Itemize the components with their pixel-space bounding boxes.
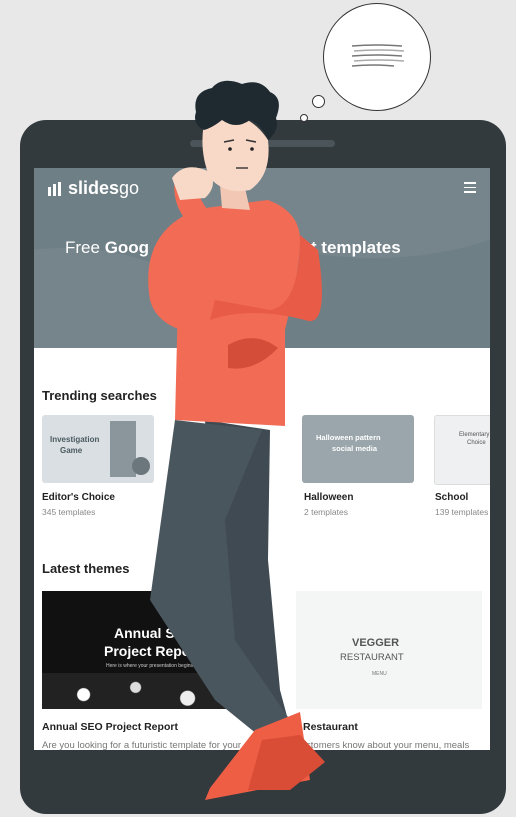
thought-bubble — [323, 3, 431, 111]
theme-thumb[interactable]: Annual SE Project Report Here is where y… — [42, 591, 250, 709]
theme-title[interactable]: r Restaurant — [296, 721, 358, 733]
trending-card-title[interactable]: School — [435, 492, 468, 503]
hero-banner: slidesgo Free Goog Point templates tation… — [34, 168, 490, 348]
thumb-text: Annual SE — [114, 625, 185, 641]
trending-card-title[interactable]: Editor's Choice — [42, 492, 115, 503]
thumb-text: VEGGER — [352, 637, 400, 649]
trending-card-thumb[interactable]: Halloween pattern social media — [302, 415, 414, 483]
trending-card-title[interactable]: Halloween — [304, 492, 353, 503]
pie-illustration — [132, 457, 150, 475]
logo-text-bold: slides — [68, 178, 120, 198]
slidesgo-logo-icon — [48, 181, 61, 196]
hero-word: Free — [65, 238, 105, 257]
thumb-text: Halloween pattern — [316, 433, 381, 442]
thumb-text: Project Report — [104, 643, 201, 659]
thumb-text: Elementary — [459, 432, 490, 438]
scribble-lines-icon — [351, 44, 405, 67]
trending-card-count: 345 templates — [42, 507, 96, 517]
trending-card-count: 2 templates — [304, 507, 348, 517]
thought-dot — [300, 114, 308, 122]
hero-word: Point templates — [274, 238, 401, 257]
thumb-text: social media — [332, 444, 378, 453]
tablet-screen: slidesgo Free Goog Point templates tation… — [34, 168, 490, 750]
tablet-camera-bar — [190, 140, 335, 147]
hamburger-menu-icon[interactable] — [464, 182, 476, 193]
thumb-text: Game — [60, 446, 83, 455]
theme-title[interactable]: Annual SEO Project Report — [42, 721, 178, 733]
theme-description: customers know about your menu, meals — [296, 740, 470, 750]
latest-themes-title: Latest themes — [42, 561, 130, 576]
thought-dot — [312, 95, 325, 108]
trending-searches-title: Trending searches — [42, 388, 157, 403]
trending-card-thumb[interactable]: Investigation Game — [42, 415, 154, 483]
hero-wave — [34, 248, 214, 348]
hero-subline: tations — [234, 262, 285, 281]
theme-thumb[interactable]: VEGGER RESTAURANT MENU — [296, 591, 482, 709]
slidesgo-logo[interactable]: slidesgo — [47, 178, 139, 199]
thumb-text: MENU — [372, 671, 387, 677]
logo-text-light: go — [119, 178, 140, 198]
bokeh-lights — [42, 673, 250, 709]
hero-word: Goog — [104, 238, 150, 257]
thumb-text: Choice — [467, 440, 486, 446]
hero-headline: Free Goog Point templates — [65, 238, 401, 258]
trending-card-count: 139 templates — [435, 507, 489, 517]
thumb-text: RESTAURANT — [340, 652, 404, 663]
theme-description: Are you looking for a futuristic templat… — [42, 740, 242, 750]
trending-card-thumb[interactable]: Elementary Choice — [434, 415, 490, 485]
thumb-text: Here is where your presentation begins — [106, 663, 193, 669]
thumb-text: Investigation — [50, 435, 100, 444]
tablet-home-button — [245, 762, 273, 790]
